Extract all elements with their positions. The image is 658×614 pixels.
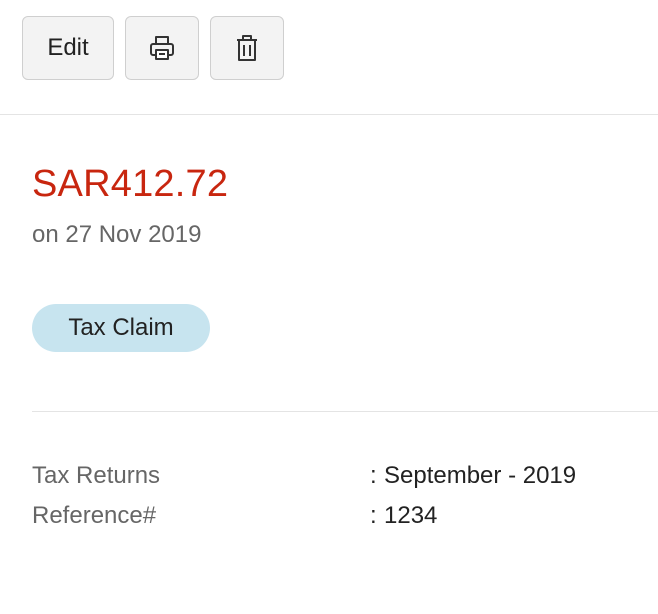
trash-icon bbox=[234, 34, 260, 62]
detail-row-tax-returns: Tax Returns : September - 2019 bbox=[32, 456, 632, 496]
detail-separator: : bbox=[370, 462, 377, 489]
section-divider bbox=[32, 411, 658, 412]
detail-row-reference: Reference# : 1234 bbox=[32, 496, 632, 536]
edit-button[interactable]: Edit bbox=[22, 16, 114, 80]
details-list: Tax Returns : September - 2019 Reference… bbox=[32, 456, 632, 536]
category-badge: Tax Claim bbox=[32, 304, 210, 352]
toolbar: Edit bbox=[22, 16, 284, 80]
detail-separator: : bbox=[370, 502, 377, 529]
detail-value: 1234 bbox=[384, 502, 438, 529]
expense-date: on 27 Nov 2019 bbox=[32, 221, 202, 248]
printer-icon bbox=[148, 34, 176, 62]
print-button[interactable] bbox=[125, 16, 199, 80]
expense-amount: SAR412.72 bbox=[32, 163, 229, 205]
detail-label: Tax Returns bbox=[32, 462, 161, 489]
header-divider bbox=[0, 114, 658, 115]
delete-button[interactable] bbox=[210, 16, 284, 80]
detail-label: Reference# bbox=[32, 502, 157, 529]
detail-value: September - 2019 bbox=[384, 462, 577, 489]
